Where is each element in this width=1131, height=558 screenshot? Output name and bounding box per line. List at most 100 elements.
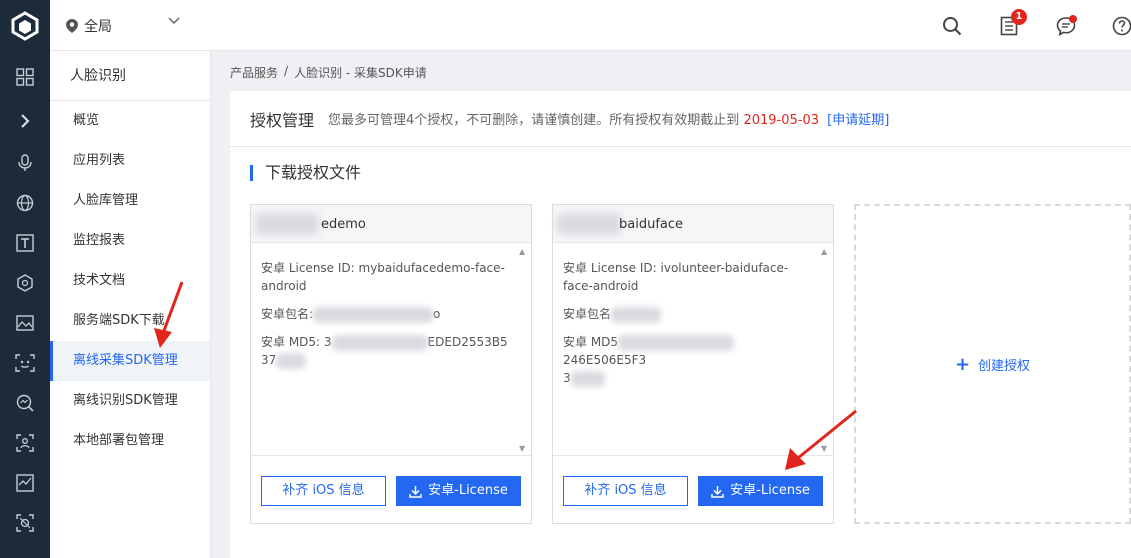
icon-rail — [0, 51, 50, 558]
region-selector[interactable]: 全局 — [66, 16, 180, 36]
complete-ios-info-button[interactable]: 补齐 iOS 信息 — [261, 476, 386, 506]
card-header: baiduface — [553, 205, 833, 243]
android-license-button[interactable]: 安卓-License — [396, 476, 521, 506]
face-scan-icon — [15, 354, 35, 372]
help-button[interactable] — [1110, 14, 1131, 38]
download-icon — [409, 485, 422, 498]
sidebar-item-app-list[interactable]: 应用列表 — [50, 141, 210, 181]
breadcrumb-current: 人脸识别 - 采集SDK申请 — [294, 66, 427, 80]
license-id-text: 安卓 License ID: ivolunteer-baiduface-face… — [563, 261, 789, 293]
sidebar-nav: 人脸识别 概览 应用列表 人脸库管理 监控报表 技术文档 服务端SDK下载 离线… — [50, 51, 211, 558]
license-id-text: 安卓 License ID: mybaidufacedemo-face-andr… — [261, 261, 505, 293]
rail-item-network[interactable] — [0, 183, 50, 223]
cube-logo-icon — [11, 10, 39, 41]
android-license-label: 安卓-License — [428, 483, 508, 498]
extend-link[interactable]: [申请延期] — [827, 113, 889, 128]
rail-item-monitor[interactable] — [0, 463, 50, 503]
sidebar-item-overview[interactable]: 概览 — [50, 101, 210, 141]
card-app-name: baiduface — [619, 217, 684, 232]
complete-ios-info-button[interactable]: 补齐 iOS 信息 — [563, 476, 688, 506]
redacted-blur — [618, 334, 735, 351]
redacted-blur — [276, 352, 307, 369]
breadcrumb-separator: / — [284, 64, 289, 78]
notice-text: 您最多可管理4个授权，不可删除，请谨慎创建。所有授权有效期截止到 — [328, 113, 740, 128]
card-scrollbar[interactable]: ▲ ▼ — [519, 247, 527, 453]
page-title: 授权管理 — [250, 110, 315, 130]
md5-label: 安卓 MD5 — [563, 335, 619, 349]
download-icon — [711, 485, 724, 498]
rail-expand-button[interactable] — [0, 101, 50, 141]
panel-header: 授权管理 您最多可管理4个授权，不可删除，请谨慎创建。所有授权有效期截止到 20… — [230, 91, 1131, 147]
magnifier-chart-icon — [16, 394, 34, 412]
sidebar-item-offline-capture-sdk[interactable]: 离线采集SDK管理 — [50, 341, 210, 381]
package-row: 安卓包名: o — [261, 305, 511, 323]
sidebar-item-monitor-report[interactable]: 监控报表 — [50, 221, 210, 261]
redacted-blur — [570, 370, 605, 387]
card-body: 安卓 License ID: ivolunteer-baiduface-face… — [553, 243, 833, 455]
md5-line2: 3 — [563, 371, 571, 385]
messages-button[interactable]: 1 — [997, 9, 1027, 38]
notification-badge: 1 — [1011, 9, 1027, 25]
redacted-blur — [611, 306, 662, 323]
redacted-blur — [255, 213, 319, 235]
md5-tail: EDED2553B5 — [427, 335, 508, 349]
rail-item-speech[interactable] — [0, 143, 50, 183]
location-pin-icon — [66, 19, 78, 33]
sidebar-item-server-sdk[interactable]: 服务端SDK下载 — [50, 301, 210, 341]
sidebar-item-local-deploy[interactable]: 本地部署包管理 — [50, 421, 210, 461]
search-button[interactable] — [940, 14, 964, 38]
card-header: edemo — [251, 205, 531, 243]
card-footer: 补齐 iOS 信息 安卓-License — [251, 455, 531, 523]
sidebar-item-face-library[interactable]: 人脸库管理 — [50, 181, 210, 221]
breadcrumb-root[interactable]: 产品服务 — [230, 64, 278, 81]
rail-item-target[interactable] — [0, 503, 50, 543]
rail-item-person[interactable] — [0, 423, 50, 463]
help-icon — [1112, 16, 1131, 36]
chat-button[interactable] — [1054, 14, 1078, 38]
android-license-button[interactable]: 安卓-License — [698, 476, 823, 506]
md5-line2: 37 — [261, 353, 277, 367]
section-title: 下载授权文件 — [250, 165, 361, 181]
hexagon-icon — [17, 274, 33, 292]
rail-item-face[interactable] — [0, 343, 50, 383]
sidebar-item-offline-recognition-sdk[interactable]: 离线识别SDK管理 — [50, 381, 210, 421]
plus-icon: + — [954, 353, 971, 375]
sidebar-title: 人脸识别 — [50, 51, 210, 101]
text-box-icon — [16, 234, 34, 252]
rail-item-dashboard[interactable] — [0, 57, 50, 97]
person-scan-icon — [16, 434, 34, 452]
top-header: 全局 1 — [0, 0, 1131, 51]
card-app-name: edemo — [321, 217, 366, 232]
license-notice: 您最多可管理4个授权，不可删除，请谨慎创建。所有授权有效期截止到 2019-05… — [328, 109, 889, 128]
android-license-label: 安卓-License — [730, 483, 810, 498]
package-row: 安卓包名 — [563, 305, 813, 323]
card-body: 安卓 License ID: mybaidufacedemo-face-andr… — [251, 243, 531, 455]
globe-icon — [16, 194, 34, 212]
rail-item-cube[interactable] — [0, 263, 50, 303]
rail-item-image[interactable] — [0, 303, 50, 343]
create-license-card[interactable]: + 创建授权 — [854, 204, 1131, 524]
chevron-down-icon — [168, 17, 180, 25]
rail-item-search[interactable] — [0, 383, 50, 423]
md5-label: 安卓 MD5: 3 — [261, 335, 332, 349]
region-label: 全局 — [84, 19, 112, 35]
scroll-up-icon[interactable]: ▲ — [821, 247, 827, 256]
rail-item-text[interactable] — [0, 223, 50, 263]
redacted-blur — [331, 334, 428, 351]
logo[interactable] — [0, 0, 50, 51]
sidebar-item-tech-docs[interactable]: 技术文档 — [50, 261, 210, 301]
redacted-blur — [313, 306, 434, 323]
package-tail: o — [433, 307, 441, 321]
card-footer: 补齐 iOS 信息 安卓-License — [553, 455, 833, 523]
scroll-down-icon[interactable]: ▼ — [519, 444, 525, 453]
license-panel: 授权管理 您最多可管理4个授权，不可删除，请谨慎创建。所有授权有效期截止到 20… — [230, 91, 1131, 558]
scroll-down-icon[interactable]: ▼ — [821, 444, 827, 453]
scroll-up-icon[interactable]: ▲ — [519, 247, 525, 256]
md5-row: 安卓 MD5 246E506E5F3 3 — [563, 333, 813, 387]
package-label: 安卓包名 — [563, 307, 612, 321]
target-scan-icon — [16, 514, 34, 532]
image-icon — [16, 315, 34, 331]
main-content: 产品服务 / 人脸识别 - 采集SDK申请 授权管理 您最多可管理4个授权，不可… — [211, 51, 1131, 558]
card-scrollbar[interactable]: ▲ ▼ — [821, 247, 829, 453]
package-label: 安卓包名: — [261, 307, 314, 321]
